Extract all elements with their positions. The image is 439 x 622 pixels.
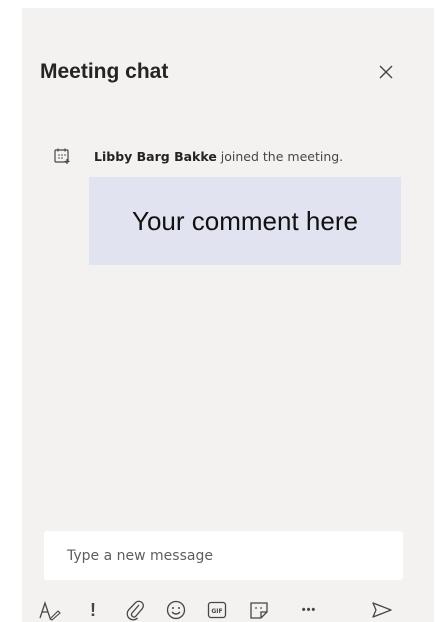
participant-name: Libby Barg Bakke bbox=[94, 148, 217, 164]
gif-icon: GIF bbox=[207, 601, 227, 619]
chat-title: Meeting chat bbox=[40, 60, 169, 83]
comment-callout: Your comment here bbox=[89, 177, 401, 265]
emoji-icon bbox=[166, 600, 186, 620]
more-options-button[interactable]: ••• bbox=[294, 598, 324, 622]
system-message-text: Libby Barg Bakke joined the meeting. bbox=[94, 149, 343, 164]
sticker-button[interactable] bbox=[247, 598, 271, 622]
sticker-icon bbox=[250, 602, 268, 619]
gif-button[interactable]: GIF bbox=[205, 598, 229, 622]
send-button[interactable] bbox=[370, 598, 394, 622]
send-icon bbox=[372, 602, 392, 618]
compose-box[interactable] bbox=[44, 531, 403, 580]
important-button[interactable]: ! bbox=[81, 598, 105, 622]
meeting-chat-panel: Meeting chat Libby Barg Bakke joined the… bbox=[22, 8, 434, 622]
message-input[interactable] bbox=[65, 546, 389, 565]
system-message: Libby Barg Bakke joined the meeting. bbox=[52, 146, 343, 166]
close-icon bbox=[379, 65, 393, 79]
attach-button[interactable] bbox=[123, 598, 147, 622]
emoji-button[interactable] bbox=[164, 598, 188, 622]
format-icon bbox=[39, 600, 61, 621]
attach-icon bbox=[126, 600, 144, 621]
format-button[interactable] bbox=[38, 598, 62, 622]
compose-toolbar: ! GIF ••• bbox=[38, 598, 408, 622]
important-icon: ! bbox=[90, 599, 96, 620]
more-icon: ••• bbox=[301, 604, 317, 616]
svg-text:GIF: GIF bbox=[211, 608, 222, 615]
calendar-join-icon bbox=[52, 146, 72, 166]
system-message-suffix: joined the meeting. bbox=[216, 148, 344, 164]
close-button[interactable] bbox=[372, 58, 400, 86]
